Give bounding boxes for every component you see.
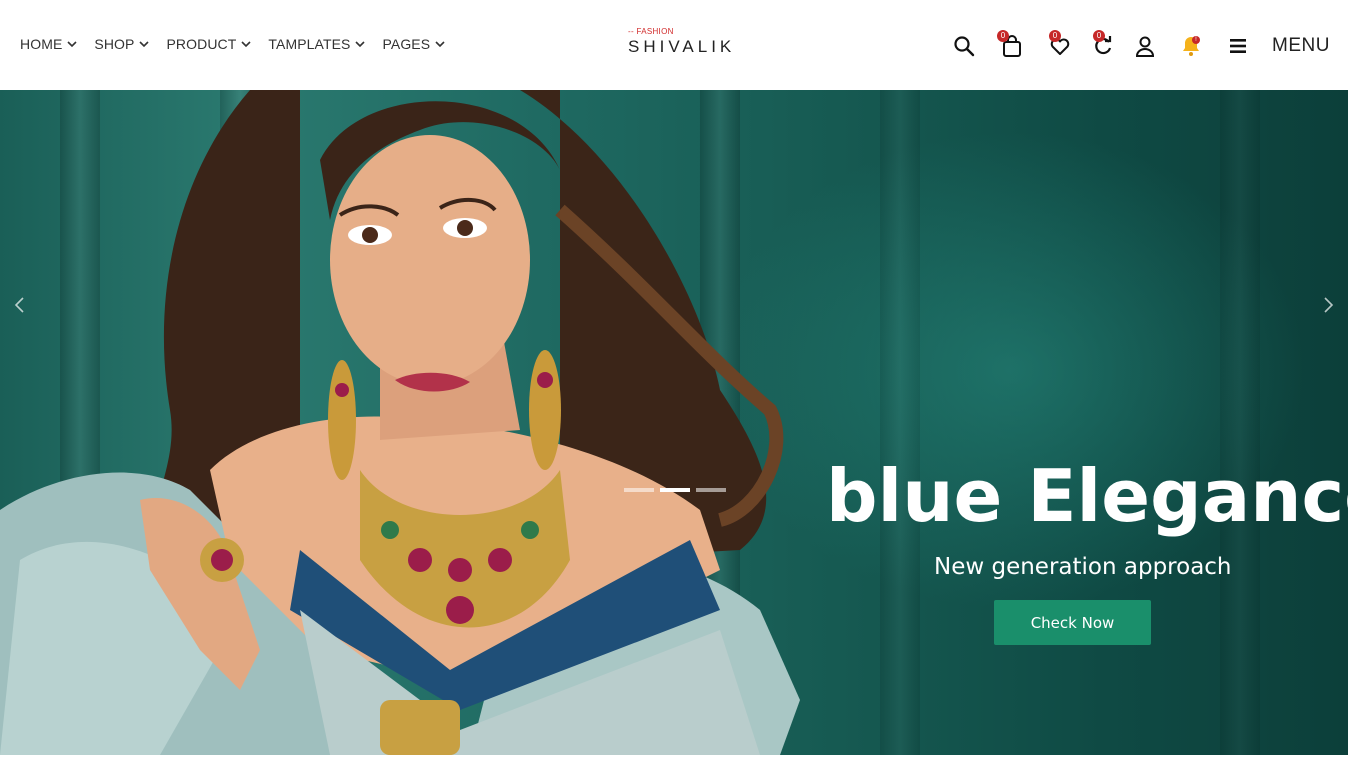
hero-subtitle: New generation approach (934, 554, 1232, 580)
chevron-down-icon (139, 41, 150, 48)
chevron-down-icon (435, 41, 445, 48)
hamburger-menu-icon (1230, 39, 1246, 53)
nav-item-label: SHOP (94, 36, 135, 52)
nav-item-label: HOME (20, 36, 63, 52)
notification-badge: ! (1192, 36, 1200, 44)
slider-pagination (624, 488, 726, 492)
search-button[interactable] (949, 30, 979, 62)
chevron-down-icon (67, 41, 77, 48)
hamburger-button[interactable] (1223, 30, 1253, 62)
curtain-fold (880, 90, 920, 755)
compare-count-badge: 0 (1093, 30, 1105, 42)
menu-label[interactable]: MENU (1272, 35, 1330, 57)
search-icon (954, 36, 975, 57)
curtain-fold (1220, 90, 1260, 755)
chevron-down-icon (355, 41, 366, 48)
hero-title: blue Elegance (826, 454, 1348, 538)
nav-item-templates[interactable]: TAMPLATES (268, 36, 366, 52)
slider-dot-active[interactable] (660, 488, 690, 492)
slider-next-arrow-icon[interactable] (1318, 295, 1338, 315)
main-nav: HOME SHOP PRODUCT TAMPLATES PAGES (20, 36, 462, 52)
account-button[interactable] (1130, 30, 1160, 62)
nav-item-label: TAMPLATES (268, 36, 351, 52)
cart-button[interactable]: 0 (997, 30, 1027, 62)
check-now-button[interactable]: Check Now (994, 600, 1151, 645)
compare-button[interactable]: 0 (1088, 30, 1118, 62)
nav-item-shop[interactable]: SHOP (94, 36, 150, 52)
wishlist-count-badge: 0 (1049, 30, 1061, 42)
hero-slider: blue Elegance New generation approach Ch… (0, 90, 1348, 755)
slider-dot[interactable] (696, 488, 726, 492)
site-header: HOME SHOP PRODUCT TAMPLATES PAGES -- FAS… (0, 0, 1348, 90)
hero-model-image (0, 90, 800, 755)
nav-item-pages[interactable]: PAGES (382, 36, 446, 52)
logo-name: SHIVALIK (628, 37, 736, 56)
chevron-down-icon (241, 41, 251, 48)
logo-tagline: -- FASHION (628, 27, 674, 36)
user-icon (1135, 36, 1155, 57)
nav-item-label: PAGES (382, 36, 431, 52)
notifications-button[interactable]: ! (1176, 30, 1206, 62)
slider-prev-arrow-icon[interactable] (10, 295, 30, 315)
site-logo[interactable]: -- FASHION SHIVALIK (628, 27, 758, 61)
slider-dot[interactable] (624, 488, 654, 492)
wishlist-button[interactable]: 0 (1045, 30, 1075, 62)
cart-count-badge: 0 (997, 30, 1009, 42)
nav-item-product[interactable]: PRODUCT (166, 36, 252, 52)
nav-item-home[interactable]: HOME (20, 36, 78, 52)
nav-item-label: PRODUCT (166, 36, 237, 52)
